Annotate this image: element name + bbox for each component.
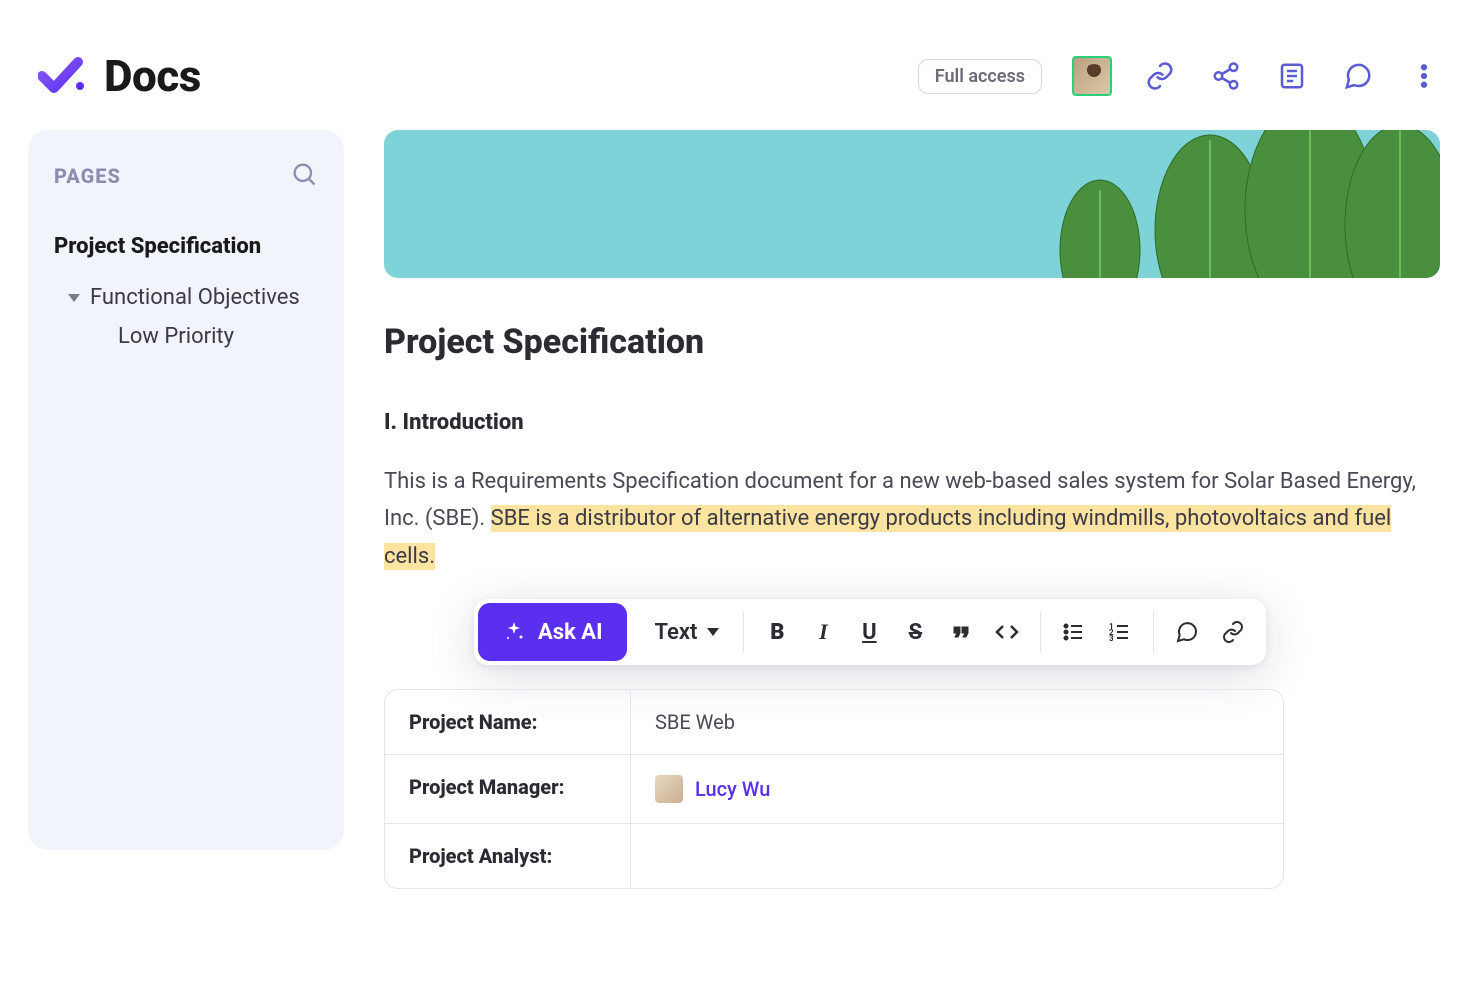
bullet-list-button[interactable]: [1051, 620, 1097, 644]
quote-button[interactable]: [938, 620, 984, 644]
table-value: Lucy Wu: [631, 755, 1283, 823]
numbered-list-button[interactable]: 123: [1097, 620, 1143, 644]
formatting-toolbar: Ask AI Text B I U S: [474, 599, 1266, 665]
bold-button[interactable]: B: [754, 620, 800, 645]
more-icon[interactable]: [1406, 58, 1442, 94]
strikethrough-button[interactable]: S: [892, 620, 938, 645]
link-icon[interactable]: [1142, 58, 1178, 94]
sidebar-item-low-priority[interactable]: Low Priority: [68, 318, 318, 355]
sidebar-item-project-specification[interactable]: Project Specification: [54, 222, 318, 271]
table-key: Project Name:: [385, 690, 631, 754]
intro-paragraph[interactable]: This is a Requirements Specification doc…: [384, 463, 1440, 575]
table-row[interactable]: Project Name: SBE Web: [385, 690, 1283, 754]
ask-ai-label: Ask AI: [538, 620, 603, 645]
sidebar-item-functional-objectives[interactable]: Functional Objectives: [68, 277, 318, 318]
caret-down-icon: [707, 628, 719, 636]
document-area: Project Specification I. Introduction Th…: [384, 130, 1480, 889]
chevron-down-icon: [68, 294, 80, 302]
avatar[interactable]: [1072, 56, 1112, 96]
brand: Docs: [38, 50, 201, 102]
top-bar: Docs Full access: [0, 0, 1480, 130]
user-avatar-icon: [655, 775, 683, 803]
table-row[interactable]: Project Analyst:: [385, 823, 1283, 888]
sidebar: PAGES Project Specification Functional O…: [28, 130, 344, 850]
table-value: SBE Web: [631, 690, 1283, 754]
italic-button[interactable]: I: [800, 619, 846, 645]
search-icon[interactable]: [290, 160, 318, 192]
comment-button[interactable]: [1164, 620, 1210, 644]
intro-text-highlighted: SBE is a distributor of alternative ener…: [384, 505, 1391, 569]
app-logo-icon: [38, 56, 86, 96]
top-actions: Full access: [918, 56, 1442, 96]
page-title: Project Specification: [384, 322, 1440, 362]
document-icon[interactable]: [1274, 58, 1310, 94]
underline-button[interactable]: U: [846, 620, 892, 645]
table-value: [631, 824, 1283, 888]
text-style-dropdown[interactable]: Text: [641, 620, 734, 645]
link-button[interactable]: [1210, 620, 1256, 644]
share-icon[interactable]: [1208, 58, 1244, 94]
sidebar-item-label: Functional Objectives: [90, 285, 300, 310]
banner-image: [384, 130, 1440, 278]
svg-text:3: 3: [1109, 634, 1114, 643]
sidebar-section-label: PAGES: [54, 164, 121, 188]
text-style-label: Text: [655, 620, 698, 645]
table-key: Project Analyst:: [385, 824, 631, 888]
comment-icon[interactable]: [1340, 58, 1376, 94]
table-key: Project Manager:: [385, 755, 631, 823]
table-row[interactable]: Project Manager: Lucy Wu: [385, 754, 1283, 823]
app-title: Docs: [104, 50, 201, 102]
user-link[interactable]: Lucy Wu: [695, 777, 770, 801]
access-badge[interactable]: Full access: [918, 59, 1042, 94]
section-heading: I. Introduction: [384, 410, 1440, 435]
code-button[interactable]: [984, 620, 1030, 644]
ask-ai-button[interactable]: Ask AI: [478, 603, 627, 661]
project-info-table: Project Name: SBE Web Project Manager: L…: [384, 689, 1284, 889]
sidebar-header: PAGES: [54, 160, 318, 192]
